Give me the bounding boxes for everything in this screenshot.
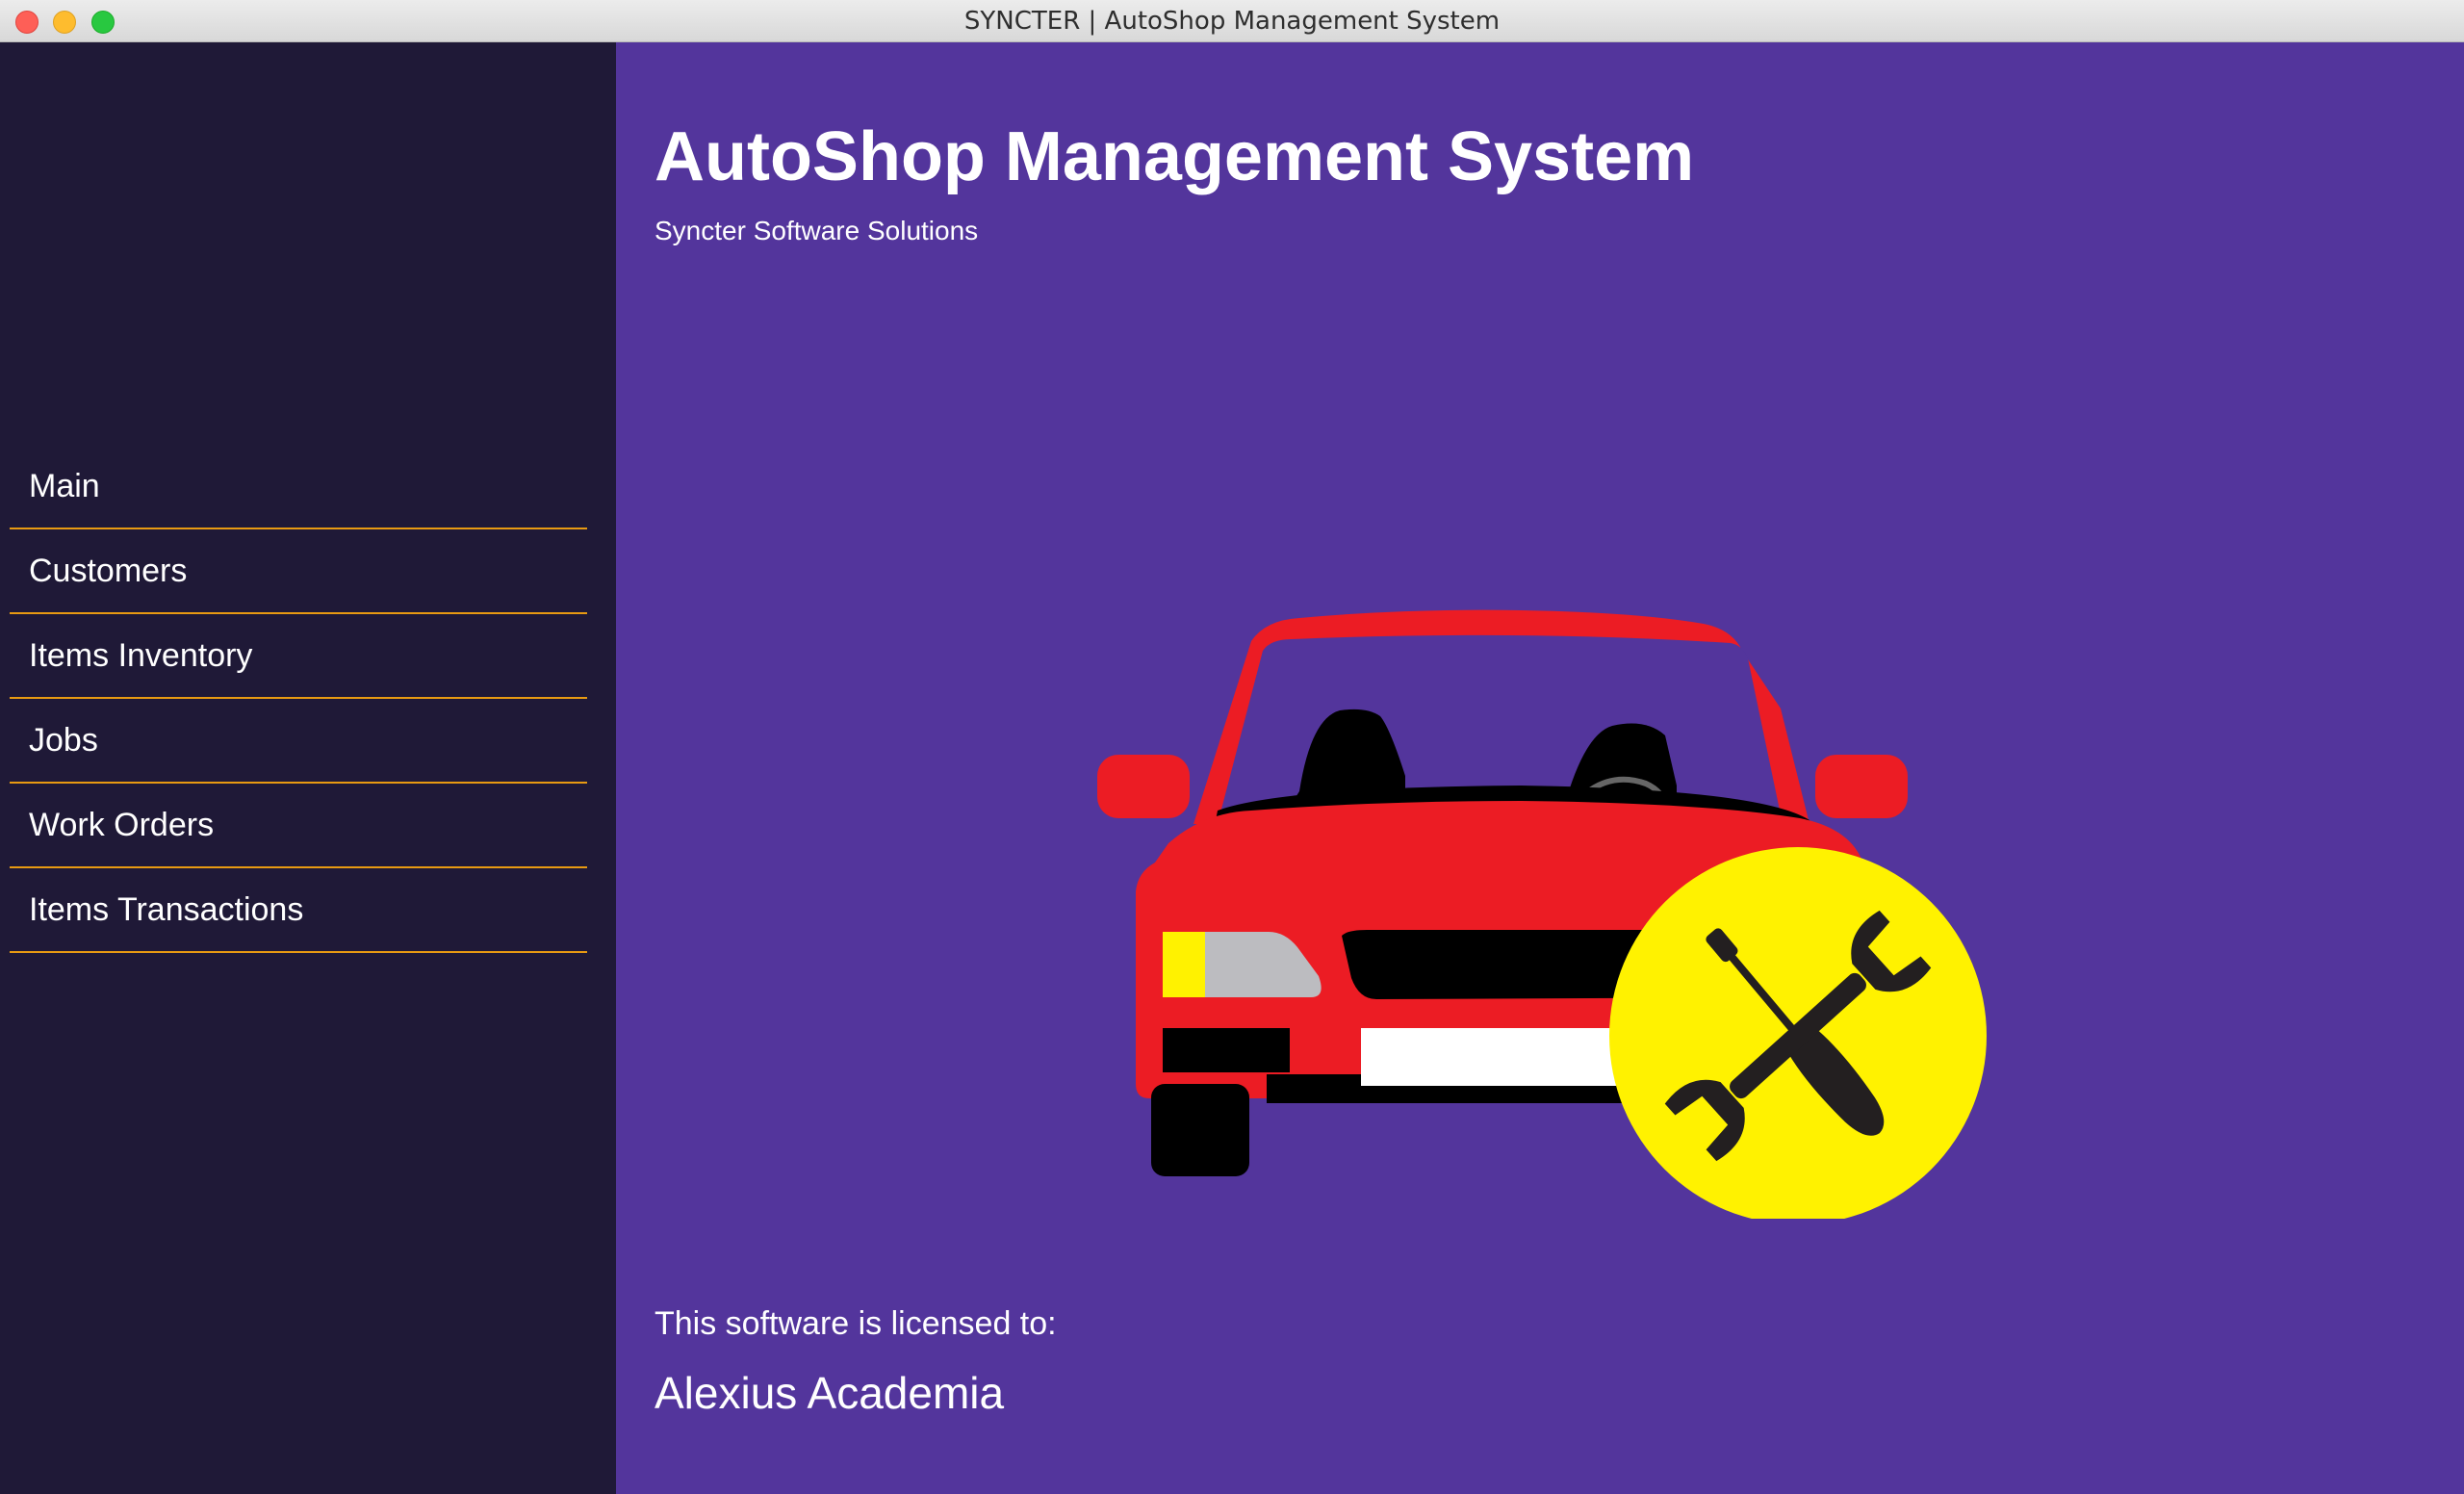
sidebar-item-items-transactions[interactable]: Items Transactions bbox=[10, 870, 587, 953]
page-title: AutoShop Management System bbox=[654, 118, 1695, 195]
sidebar-item-label: Items Transactions bbox=[29, 891, 304, 928]
sidebar-item-label: Customers bbox=[29, 553, 188, 589]
sidebar-nav: Main Customers Items Inventory Jobs Work… bbox=[10, 447, 587, 955]
sidebar-item-customers[interactable]: Customers bbox=[10, 531, 587, 614]
license-label: This software is licensed to: bbox=[654, 1305, 1057, 1342]
sidebar-item-label: Items Inventory bbox=[29, 637, 253, 674]
main-content: AutoShop Management System Syncter Softw… bbox=[616, 42, 2464, 1494]
car-mirror-right bbox=[1815, 755, 1908, 818]
window-title: SYNCTER | AutoShop Management System bbox=[963, 7, 1501, 36]
title-bar[interactable]: SYNCTER | AutoShop Management System bbox=[0, 0, 2464, 42]
sidebar: Main Customers Items Inventory Jobs Work… bbox=[0, 42, 616, 1494]
sidebar-item-work-orders[interactable]: Work Orders bbox=[10, 786, 587, 868]
sidebar-item-label: Work Orders bbox=[29, 807, 215, 843]
car-repair-icon bbox=[1097, 609, 1987, 1219]
licensee-name: Alexius Academia bbox=[654, 1368, 1005, 1418]
sidebar-item-label: Main bbox=[29, 468, 100, 504]
car-lower-vent bbox=[1163, 1028, 1290, 1072]
sidebar-item-jobs[interactable]: Jobs bbox=[10, 701, 587, 784]
sidebar-item-main[interactable]: Main bbox=[10, 447, 587, 529]
car-wheel-left bbox=[1151, 1084, 1249, 1176]
sidebar-item-items-inventory[interactable]: Items Inventory bbox=[10, 616, 587, 699]
app-window: SYNCTER | AutoShop Management System Mai… bbox=[0, 0, 2464, 1494]
car-turn-signal bbox=[1163, 932, 1205, 997]
sidebar-item-label: Jobs bbox=[29, 722, 98, 759]
car-mirror-left bbox=[1097, 755, 1190, 818]
page-subtitle: Syncter Software Solutions bbox=[654, 216, 979, 245]
